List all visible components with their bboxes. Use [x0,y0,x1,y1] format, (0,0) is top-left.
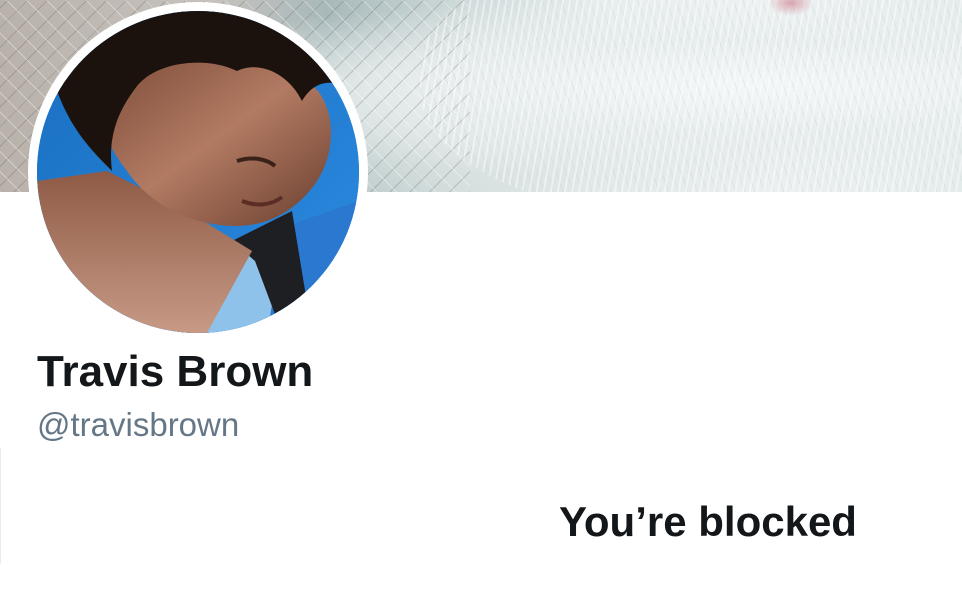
profile-handle: @travisbrown [37,406,240,443]
blocked-message-heading: You’re blocked [559,498,857,545]
column-divider [0,448,1,564]
profile-avatar[interactable] [37,11,359,333]
banner-fur-texture [420,0,962,192]
profile-display-name: Travis Brown [37,347,314,396]
